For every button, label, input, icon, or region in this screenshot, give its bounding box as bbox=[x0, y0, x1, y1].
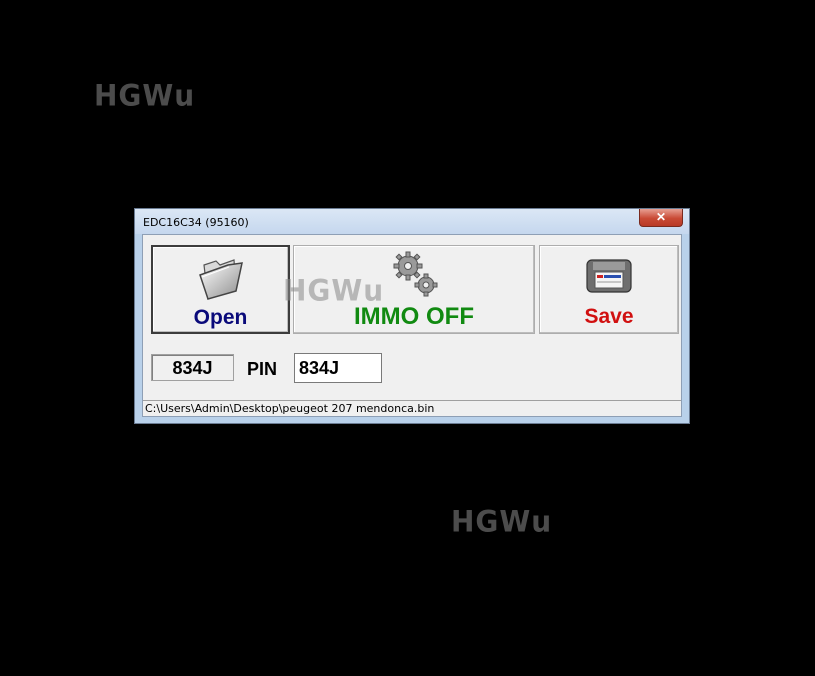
save-label: Save bbox=[584, 305, 634, 328]
close-icon: ✕ bbox=[655, 210, 667, 224]
close-button[interactable]: ✕ bbox=[639, 209, 683, 227]
pin-input[interactable]: 834J bbox=[294, 353, 382, 383]
client-area: Open IMMO OFF Save 834J PIN 834J C:\User… bbox=[142, 234, 682, 417]
open-label: Open bbox=[193, 306, 248, 329]
folder-icon bbox=[199, 259, 243, 300]
app-window: EDC16C34 (95160) ✕ Open IMMO OFF Save 83… bbox=[134, 208, 690, 424]
save-button[interactable]: Save bbox=[539, 245, 679, 334]
pin-label: PIN bbox=[247, 359, 278, 379]
watermark: HGWu bbox=[451, 504, 553, 539]
gears-icon bbox=[393, 251, 438, 297]
file-path: C:\Users\Admin\Desktop\peugeot 207 mendo… bbox=[145, 402, 435, 415]
watermark: HGWu bbox=[283, 273, 385, 308]
title-bar[interactable]: EDC16C34 (95160) ✕ bbox=[135, 209, 689, 234]
open-button[interactable]: Open bbox=[151, 245, 290, 334]
watermark: HGWu bbox=[94, 78, 196, 113]
window-title: EDC16C34 (95160) bbox=[143, 216, 249, 229]
status-bar: C:\Users\Admin\Desktop\peugeot 207 mendo… bbox=[143, 400, 681, 417]
floppy-disk-icon bbox=[586, 259, 632, 293]
code-display: 834J bbox=[151, 354, 234, 381]
